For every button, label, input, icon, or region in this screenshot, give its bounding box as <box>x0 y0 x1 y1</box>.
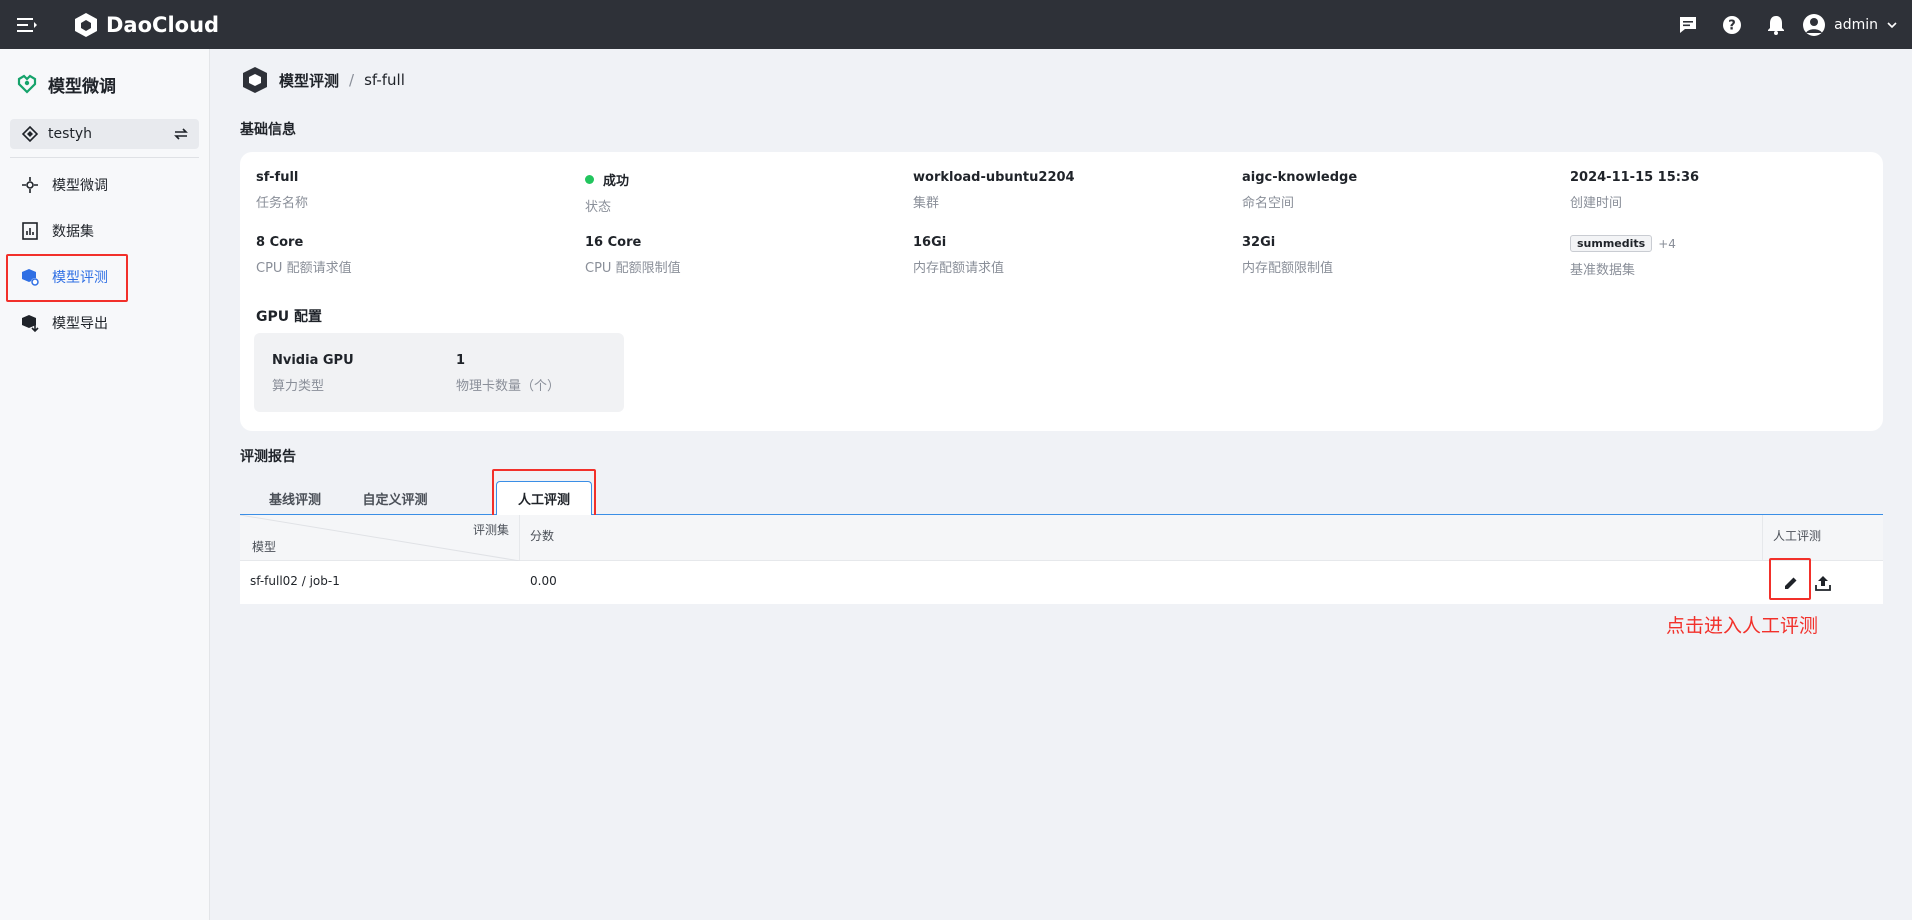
brand-name: DaoCloud <box>106 12 220 37</box>
tab-custom[interactable]: 自定义评测 <box>352 481 438 515</box>
report-title: 评测报告 <box>240 449 296 465</box>
cell-model: sf-full02 / job-1 <box>250 574 340 588</box>
avatar-icon <box>1803 13 1826 36</box>
workspace-selector[interactable]: testyh <box>10 119 199 149</box>
sidebar-item-export[interactable]: 模型导出 <box>0 300 209 346</box>
user-name: admin <box>1834 16 1878 33</box>
breadcrumb: 模型评测 / sf-full <box>241 65 405 95</box>
info-cluster: workload-ubuntu2204 集群 <box>913 170 1075 211</box>
basic-info-card: sf-full 任务名称 成功 状态 workload-ubuntu2204 集… <box>240 152 1883 431</box>
basic-info-title: 基础信息 <box>240 122 296 138</box>
header-model-label: 模型 <box>252 540 277 554</box>
main-content: 模型评测 / sf-full 基础信息 sf-full 任务名称 成功 状态 w… <box>211 49 1912 920</box>
breadcrumb-current: sf-full <box>364 71 405 89</box>
report-tabs: 基线评测 自定义评测 人工评测 <box>240 473 1883 516</box>
dataset-more-count[interactable]: +4 <box>1658 237 1676 251</box>
info-cpu-limit: 16 Core CPU 配额限制值 <box>585 235 681 276</box>
hamburger-menu-icon[interactable] <box>0 0 54 49</box>
breadcrumb-parent-link[interactable]: 模型评测 <box>279 70 339 91</box>
daocloud-logo[interactable]: DaoCloud <box>72 11 219 39</box>
daocloud-logo-icon <box>75 12 97 37</box>
sidebar-item-evaluation[interactable]: 模型评测 <box>0 254 209 302</box>
table-header: 评测集 模型 分数 人工评测 <box>240 515 1883 561</box>
cell-score: 0.00 <box>530 574 557 588</box>
gpu-config-title: GPU 配置 <box>256 309 322 325</box>
info-created-time: 2024-11-15 15:36 创建时间 <box>1570 170 1700 211</box>
annotation-text: 点击进入人工评测 <box>1666 615 1819 637</box>
sidebar-title: 模型微调 <box>0 49 209 119</box>
upload-icon[interactable] <box>1814 574 1832 592</box>
dataset-icon <box>22 222 38 240</box>
gpu-type: Nvidia GPU 算力类型 <box>272 353 354 394</box>
info-namespace: aigc-knowledge 命名空间 <box>1242 170 1358 211</box>
table-row: sf-full02 / job-1 0.00 <box>240 561 1883 604</box>
sidebar-item-dataset[interactable]: 数据集 <box>0 208 209 254</box>
finetune-icon <box>22 177 38 193</box>
message-icon[interactable] <box>1666 0 1710 49</box>
header-dataset-label: 评测集 <box>472 523 509 537</box>
workspace-icon <box>22 126 38 142</box>
finetune-app-icon <box>17 74 37 94</box>
dataset-tag: summedits <box>1570 235 1653 252</box>
switch-icon[interactable] <box>173 126 189 142</box>
bell-icon[interactable] <box>1754 0 1798 49</box>
sidebar-item-finetune[interactable]: 模型微调 <box>0 162 209 208</box>
header-manual-eval: 人工评测 <box>1762 515 1883 561</box>
status-dot-icon <box>585 175 594 184</box>
header-score: 分数 <box>530 529 555 543</box>
chevron-down-icon <box>1887 21 1897 28</box>
edit-highlight-box <box>1769 558 1811 600</box>
gpu-count: 1 物理卡数量（个） <box>456 353 561 394</box>
sidebar: 模型微调 testyh 模型微调 数据集 模型评测 模型导出 <box>0 49 210 920</box>
sidebar-divider <box>10 157 199 158</box>
status-value: 成功 <box>603 174 630 189</box>
info-memory-limit: 32Gi 内存配额限制值 <box>1242 235 1334 276</box>
info-status: 成功 状态 <box>585 170 629 215</box>
info-memory-request: 16Gi 内存配额请求值 <box>913 235 1005 276</box>
svg-text:?: ? <box>1728 18 1736 33</box>
evaluation-highlight-box <box>6 254 128 302</box>
info-benchmark-dataset: summedits +4 基准数据集 <box>1570 235 1676 278</box>
breadcrumb-separator: / <box>349 71 355 89</box>
user-menu[interactable]: admin <box>1802 13 1912 37</box>
evaluation-hex-icon <box>243 67 267 93</box>
report-table: 评测集 模型 分数 人工评测 sf-full02 / job-1 0.00 <box>240 515 1883 604</box>
tab-baseline[interactable]: 基线评测 <box>259 481 331 515</box>
table-corner-header: 评测集 模型 <box>240 515 520 561</box>
info-cpu-request: 8 Core CPU 配额请求值 <box>256 235 352 276</box>
gpu-config-box: Nvidia GPU 算力类型 1 物理卡数量（个） <box>254 333 624 412</box>
workspace-name: testyh <box>48 126 93 142</box>
help-icon[interactable]: ? <box>1710 0 1754 49</box>
export-icon <box>22 315 39 333</box>
top-bar: DaoCloud ? admin <box>0 0 1912 49</box>
info-task-name: sf-full 任务名称 <box>256 170 309 211</box>
